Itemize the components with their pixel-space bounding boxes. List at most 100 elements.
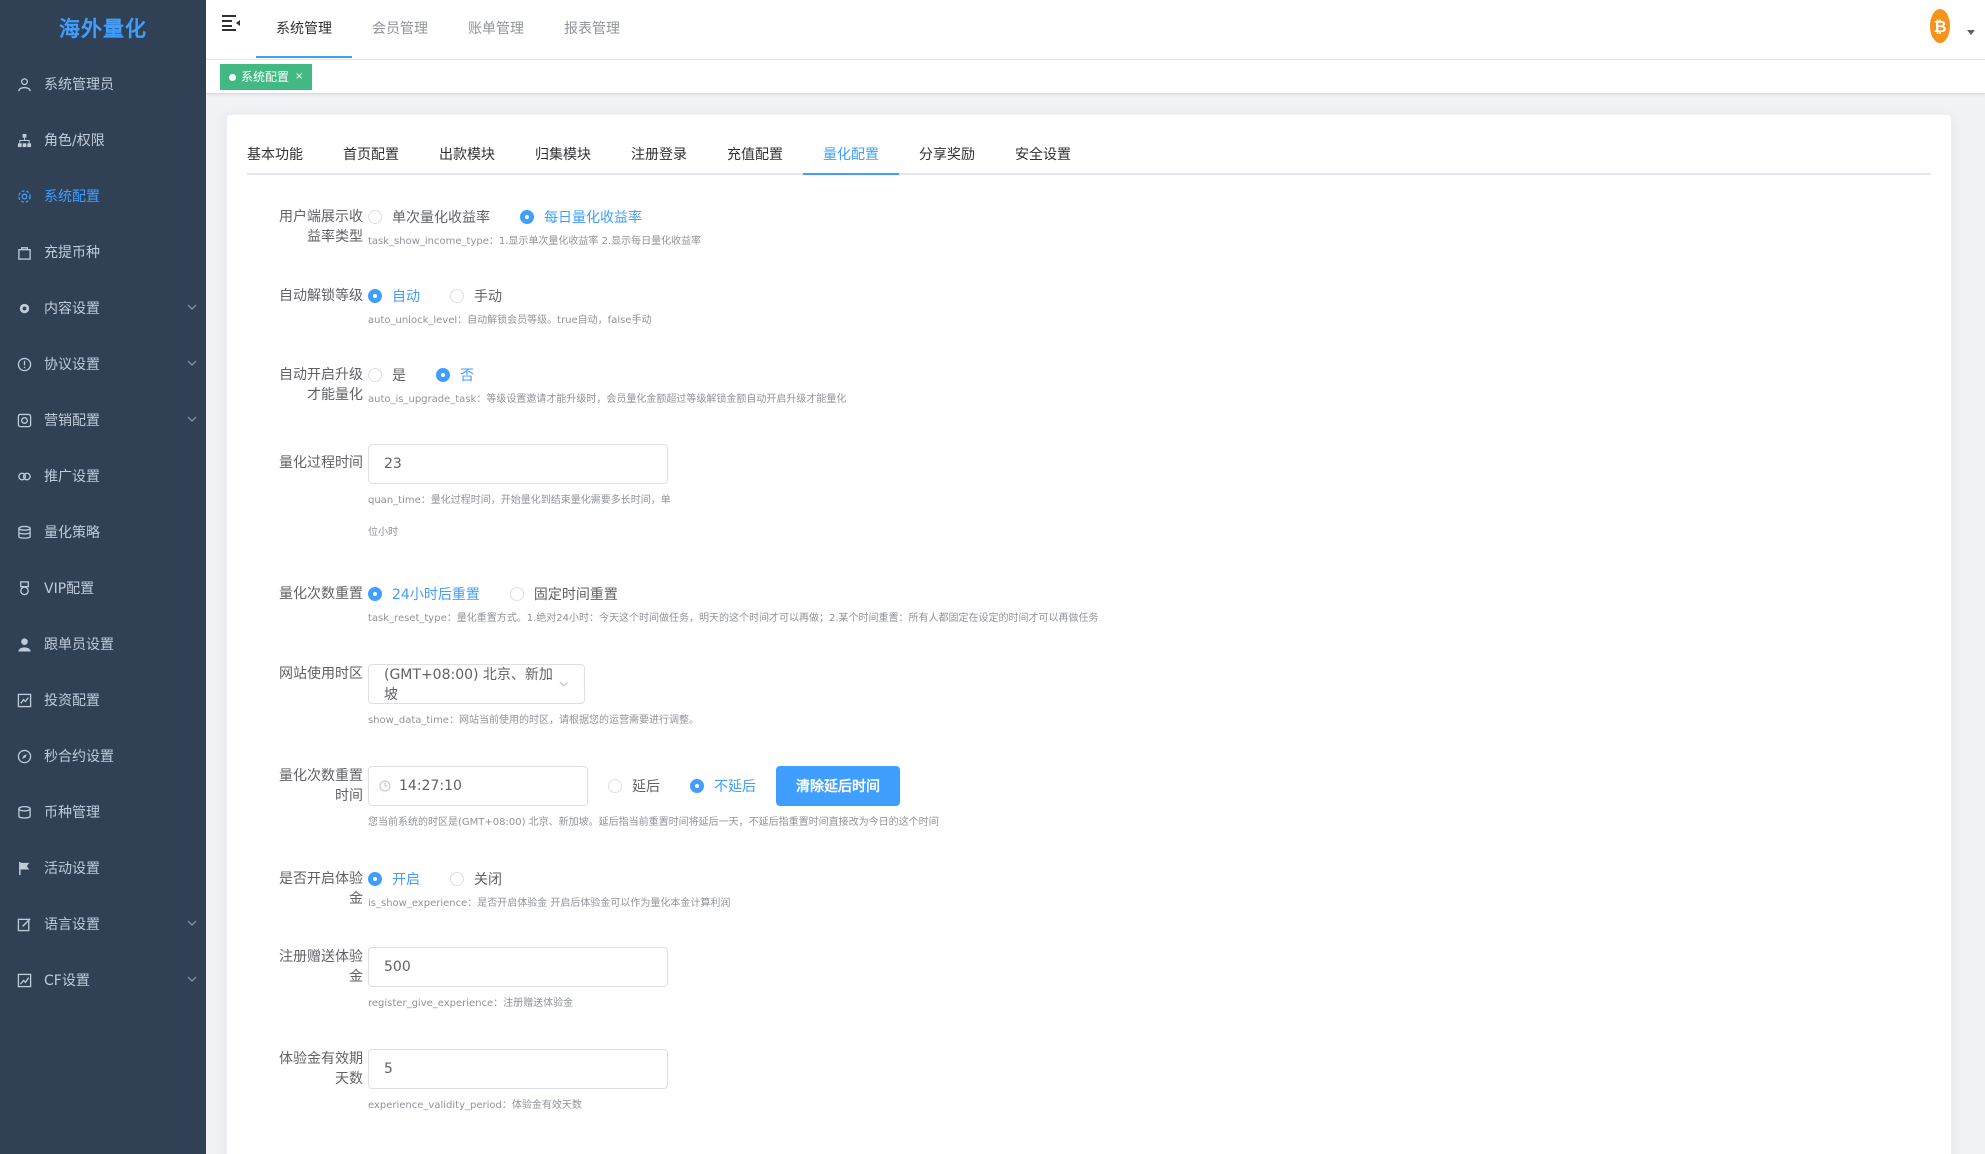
config-tab-0[interactable]: 基本功能 bbox=[247, 135, 323, 175]
hint-timezone: show_data_time：网站当前使用的时区，请根据您的运营需要进行调整。 bbox=[368, 715, 699, 726]
chevron-down-icon bbox=[187, 416, 197, 422]
config-tab-2[interactable]: 出款模块 bbox=[419, 135, 515, 175]
hint-reset-time: 您当前系统的时区是(GMT+08:00) 北京、新加坡。延后指当前重置时间将延后… bbox=[368, 817, 939, 828]
sidebar-item-4[interactable]: 内容设置 bbox=[0, 280, 206, 336]
timezone-select[interactable]: (GMT+08:00) 北京、新加坡 bbox=[368, 664, 585, 704]
chevron-down-icon bbox=[187, 304, 197, 310]
radio-reset-24h[interactable]: 24小时后重置 bbox=[368, 584, 480, 604]
sidebar-item-label: 协议设置 bbox=[44, 357, 100, 373]
sidebar: 海外量化 系统管理员角色/权限系统配置充提币种内容设置协议设置营销配置推广设置量… bbox=[0, 0, 206, 1154]
config-tab-5[interactable]: 充值配置 bbox=[707, 135, 803, 175]
hint-register-experience: register_give_experience：注册赠送体验金 bbox=[368, 998, 574, 1009]
sidebar-item-label: 跟单员设置 bbox=[44, 637, 114, 653]
sidebar-item-7[interactable]: 推广设置 bbox=[0, 448, 206, 504]
top-menu-tabs: 系统管理 会员管理 账单管理 报表管理 bbox=[256, 0, 640, 58]
timezone-value: (GMT+08:00) 北京、新加坡 bbox=[384, 667, 553, 703]
sidebar-item-11[interactable]: 投资配置 bbox=[0, 672, 206, 728]
radio-daily-income[interactable]: 每日量化收益率 bbox=[520, 207, 642, 227]
sidebar-item-9[interactable]: VIP配置 bbox=[0, 560, 206, 616]
hint-reset-type: task_reset_type：量化重置方式。1.绝对24小时：今天这个时间做任… bbox=[368, 613, 1099, 624]
hint-income-type: task_show_income_type：1.显示单次量化收益率 2.显示每日… bbox=[368, 236, 702, 247]
gear-icon bbox=[16, 188, 32, 204]
menu-fold-icon[interactable] bbox=[222, 14, 242, 32]
config-tab-3[interactable]: 归集模块 bbox=[515, 135, 611, 175]
sidebar-item-label: 角色/权限 bbox=[44, 133, 105, 149]
sidebar-item-label: 内容设置 bbox=[44, 301, 100, 317]
sidebar-item-12[interactable]: 秒合约设置 bbox=[0, 728, 206, 784]
tag-system-config[interactable]: 系统配置 × bbox=[220, 64, 313, 90]
tags-view-bar: 系统配置 × bbox=[206, 60, 1985, 94]
config-tabs: 基本功能 首页配置 出款模块 归集模块 注册登录 充值配置 量化配置 分享奖励 安全设置 bbox=[247, 135, 1931, 175]
user-icon bbox=[16, 76, 32, 92]
invest-icon bbox=[16, 692, 32, 708]
sidebar-item-3[interactable]: 充提币种 bbox=[0, 224, 206, 280]
flag-icon bbox=[16, 860, 32, 876]
top-navbar: 系统管理 会员管理 账单管理 报表管理 ₿ bbox=[206, 0, 1985, 60]
radio-reset-fixed[interactable]: 固定时间重置 bbox=[509, 584, 618, 604]
hint-experience: is_show_experience：是否开启体验金 开启后体验金可以作为量化本… bbox=[368, 898, 731, 909]
chevron-down-icon bbox=[187, 920, 197, 926]
radio-experience-off[interactable]: 关闭 bbox=[450, 869, 502, 889]
svg-text:₿: ₿ bbox=[1933, 17, 1946, 36]
sidebar-item-label: 币种管理 bbox=[44, 805, 100, 821]
label-validity-period: 体验金有效期 天数 bbox=[279, 1051, 363, 1087]
hint-quan-time: quan_time：量化过程时间，开始量化到结束量化需要多长时间，单 位小时 bbox=[368, 495, 671, 538]
radio-upgrade-no[interactable]: 否 bbox=[436, 365, 474, 385]
reset-time-picker[interactable]: 14:27:10 bbox=[368, 766, 588, 806]
marketing-icon bbox=[16, 412, 32, 428]
radio-no-delay[interactable]: 不延后 bbox=[690, 776, 756, 796]
sidebar-item-label: 语言设置 bbox=[44, 917, 100, 933]
sidebar-item-16[interactable]: CF设置 bbox=[0, 952, 206, 1008]
radio-experience-on[interactable]: 开启 bbox=[368, 869, 420, 889]
config-tab-1[interactable]: 首页配置 bbox=[323, 135, 419, 175]
config-tab-7[interactable]: 分享奖励 bbox=[899, 135, 995, 175]
top-tab-1[interactable]: 会员管理 bbox=[352, 0, 448, 58]
radio-single-income[interactable]: 单次量化收益率 bbox=[368, 207, 490, 227]
sidebar-item-14[interactable]: 活动设置 bbox=[0, 840, 206, 896]
sidebar-item-2[interactable]: 系统配置 bbox=[0, 168, 206, 224]
sidebar-menu: 系统管理员角色/权限系统配置充提币种内容设置协议设置营销配置推广设置量化策略 VI… bbox=[0, 56, 206, 1008]
medal-icon bbox=[16, 580, 32, 596]
radio-auto-unlock[interactable]: 自动 bbox=[368, 286, 420, 306]
config-tab-4[interactable]: 注册登录 bbox=[611, 135, 707, 175]
radio-upgrade-yes[interactable]: 是 bbox=[368, 365, 406, 385]
sidebar-item-1[interactable]: 角色/权限 bbox=[0, 112, 206, 168]
sidebar-item-13[interactable]: 币种管理 bbox=[0, 784, 206, 840]
radio-delay[interactable]: 延后 bbox=[608, 776, 660, 796]
hint-validity-period: experience_validity_period：体验金有效天数 bbox=[368, 1100, 582, 1111]
bitcoin-icon[interactable]: ₿ bbox=[1929, 6, 1951, 44]
tag-label: 系统配置 bbox=[241, 70, 290, 84]
top-tab-2[interactable]: 账单管理 bbox=[448, 0, 544, 58]
label-reset-time: 量化次数重置 时间 bbox=[279, 768, 363, 804]
sidebar-item-8[interactable]: 量化策略 bbox=[0, 504, 206, 560]
hint-upgrade-task: auto_is_upgrade_task：等级设置邀请才能升级时，会员量化金额超… bbox=[368, 394, 847, 405]
sidebar-item-label: 营销配置 bbox=[44, 413, 100, 429]
sidebar-item-10[interactable]: 跟单员设置 bbox=[0, 616, 206, 672]
sidebar-item-5[interactable]: 协议设置 bbox=[0, 336, 206, 392]
label-experience: 是否开启体验金 bbox=[279, 871, 363, 907]
compass-icon bbox=[16, 748, 32, 764]
sidebar-item-label: 推广设置 bbox=[44, 469, 100, 485]
quan-time-input[interactable]: 23 bbox=[368, 444, 668, 484]
sidebar-item-15[interactable]: 语言设置 bbox=[0, 896, 206, 952]
top-tab-0[interactable]: 系统管理 bbox=[256, 0, 352, 58]
label-register-experience: 注册赠送体验金 bbox=[279, 949, 363, 985]
radio-manual-unlock[interactable]: 手动 bbox=[450, 286, 502, 306]
sidebar-item-0[interactable]: 系统管理员 bbox=[0, 56, 206, 112]
sidebar-item-6[interactable]: 营销配置 bbox=[0, 392, 206, 448]
config-tab-8[interactable]: 安全设置 bbox=[995, 135, 1091, 175]
config-tab-6[interactable]: 量化配置 bbox=[803, 135, 899, 175]
validity-period-input[interactable]: 5 bbox=[368, 1049, 668, 1089]
org-tree-icon bbox=[16, 132, 32, 148]
app-logo: 海外量化 bbox=[59, 17, 147, 41]
clear-delay-button[interactable]: 清除延后时间 bbox=[776, 766, 900, 806]
chevron-down-icon bbox=[187, 976, 197, 982]
sidebar-item-label: 秒合约设置 bbox=[44, 749, 114, 765]
sidebar-item-label: 投资配置 bbox=[44, 693, 100, 709]
close-icon[interactable]: × bbox=[295, 64, 303, 90]
sidebar-item-label: 系统配置 bbox=[44, 189, 100, 205]
sidebar-item-label: CF设置 bbox=[44, 973, 90, 989]
user-dropdown-caret[interactable] bbox=[1967, 30, 1975, 35]
register-experience-input[interactable]: 500 bbox=[368, 947, 668, 987]
top-tab-3[interactable]: 报表管理 bbox=[544, 0, 640, 58]
